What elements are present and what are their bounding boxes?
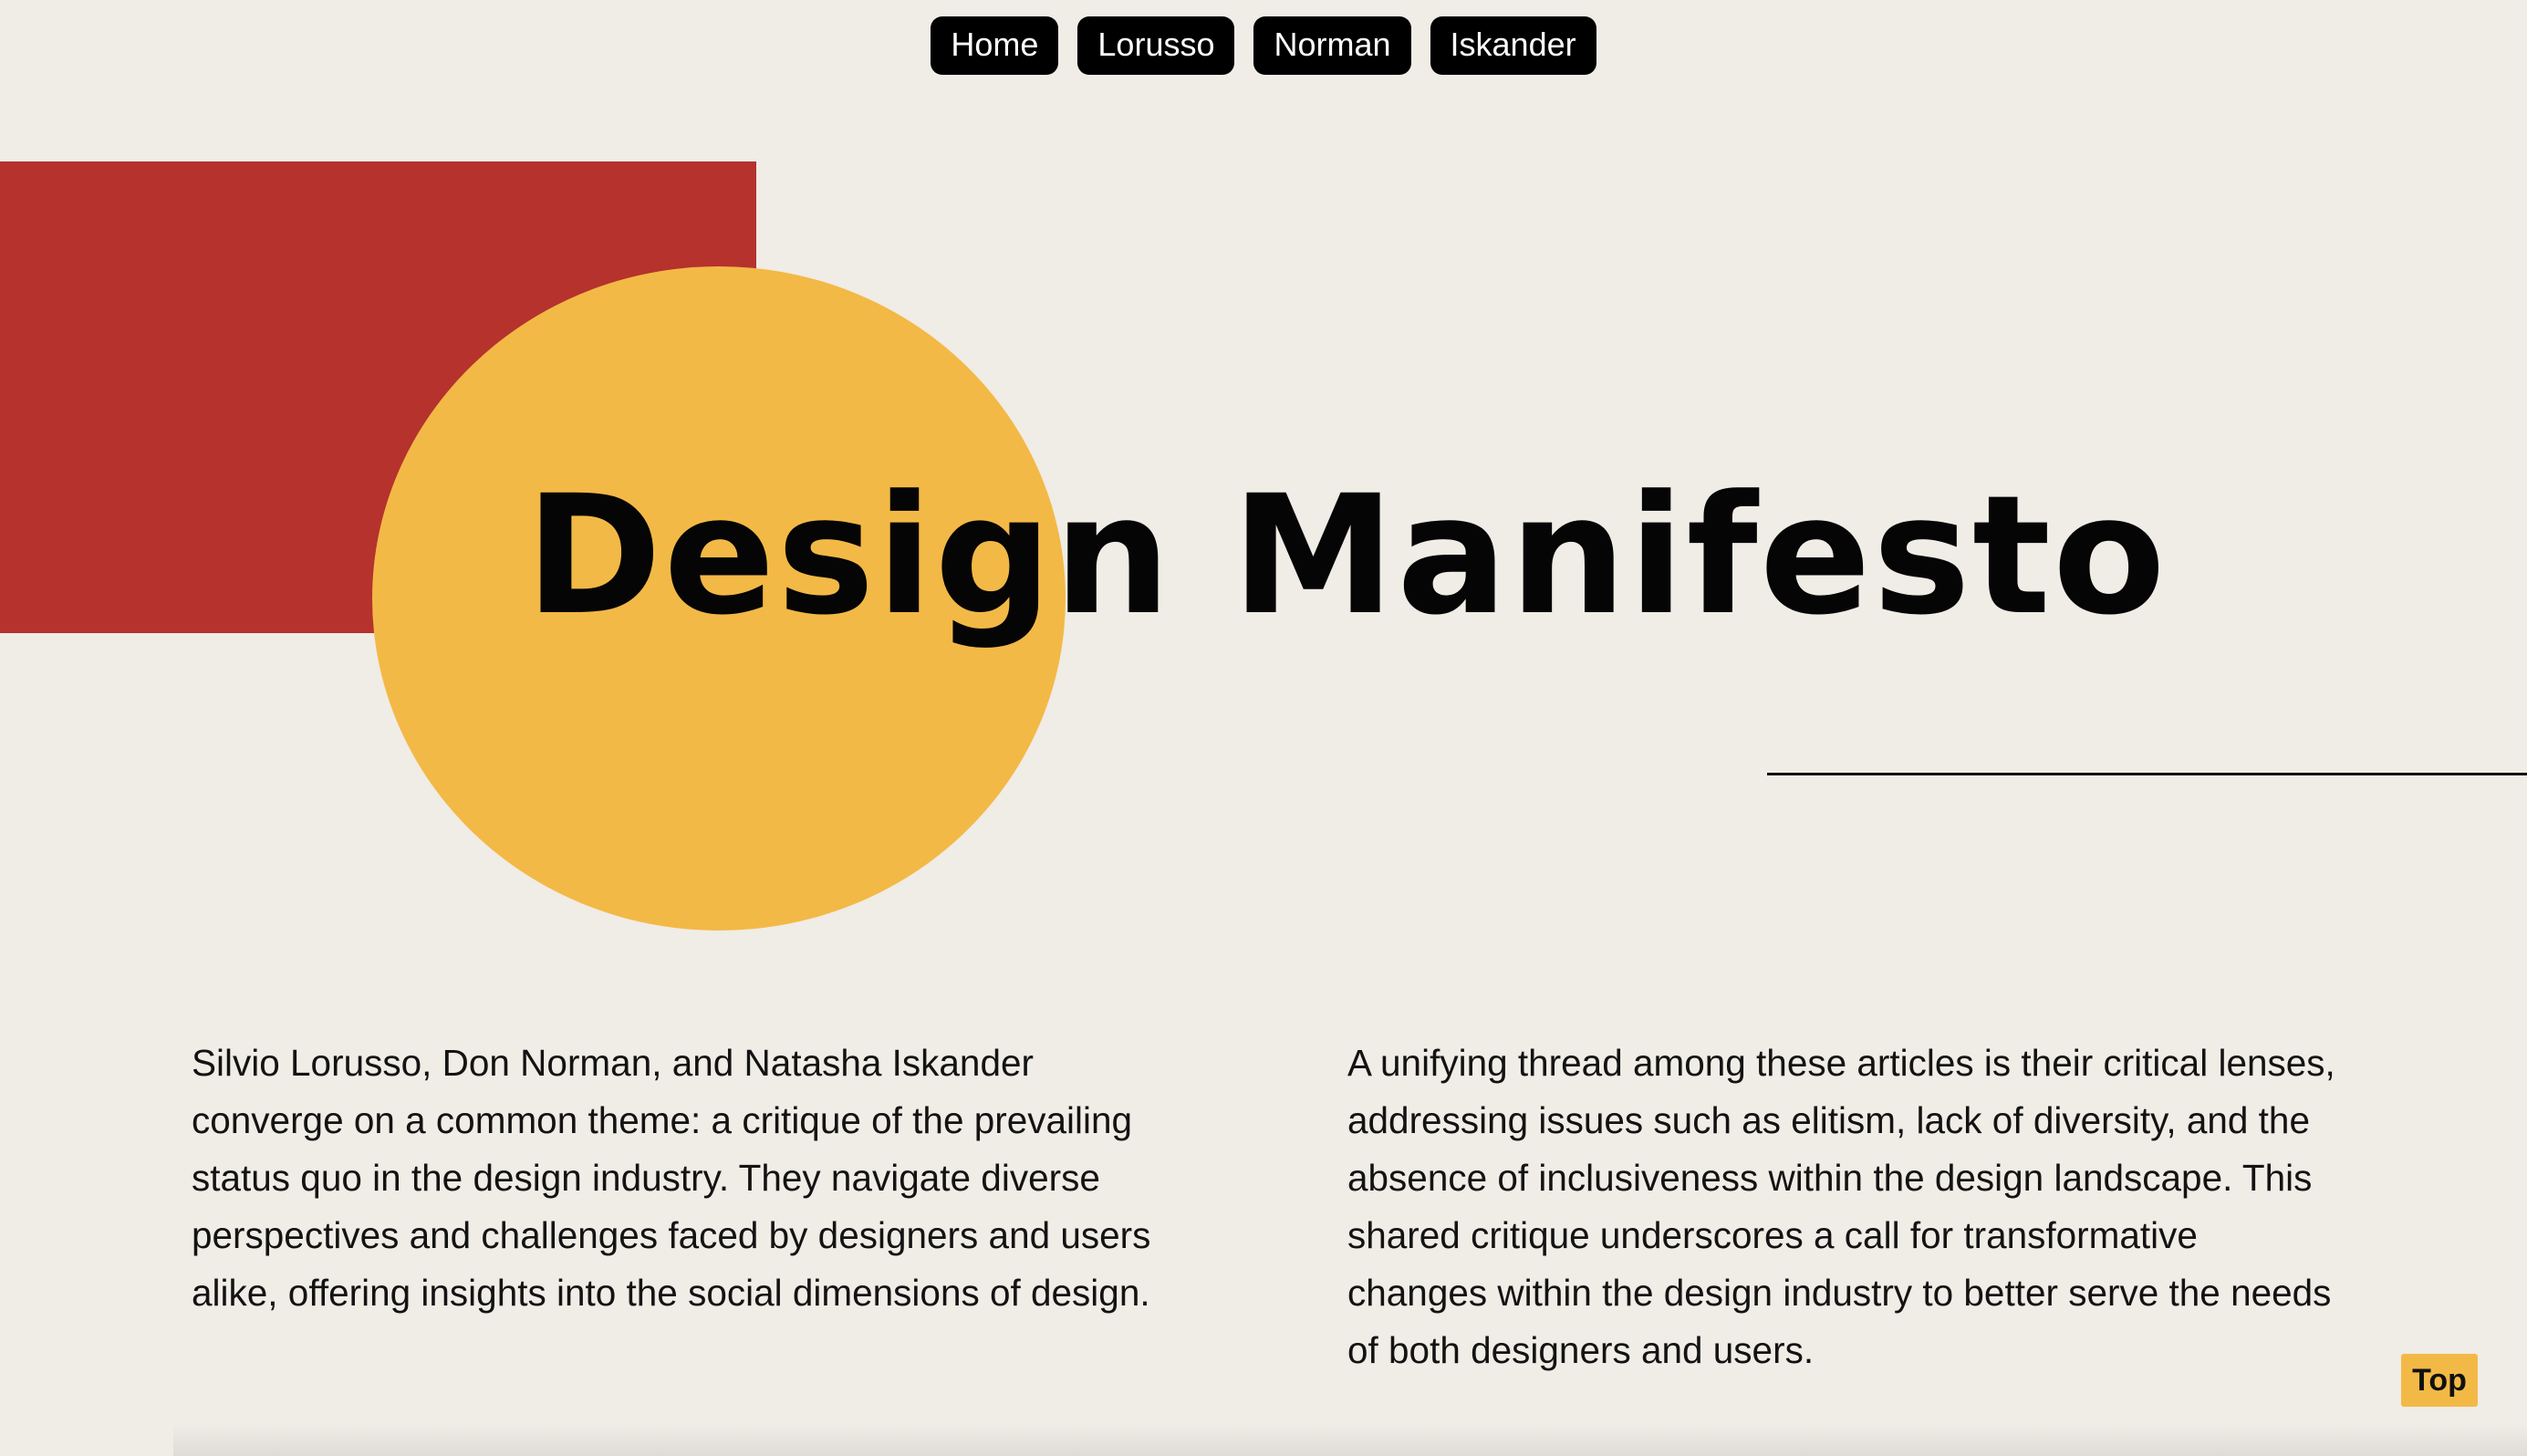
page-title: Design Manifesto bbox=[525, 461, 2168, 651]
intro-paragraph-left: Silvio Lorusso, Don Norman, and Natasha … bbox=[192, 1042, 1151, 1314]
intro-paragraph-right: A unifying thread among these articles i… bbox=[1347, 1042, 2335, 1371]
nav-home-button[interactable]: Home bbox=[931, 16, 1059, 75]
horizontal-divider bbox=[1767, 773, 2527, 775]
section-shadow bbox=[173, 1423, 2527, 1456]
nav-lorusso-button[interactable]: Lorusso bbox=[1077, 16, 1235, 75]
nav-norman-button[interactable]: Norman bbox=[1253, 16, 1411, 75]
top-navigation: Home Lorusso Norman Iskander bbox=[0, 16, 2527, 75]
back-to-top-button[interactable]: Top bbox=[2401, 1354, 2478, 1407]
nav-iskander-button[interactable]: Iskander bbox=[1430, 16, 1596, 75]
